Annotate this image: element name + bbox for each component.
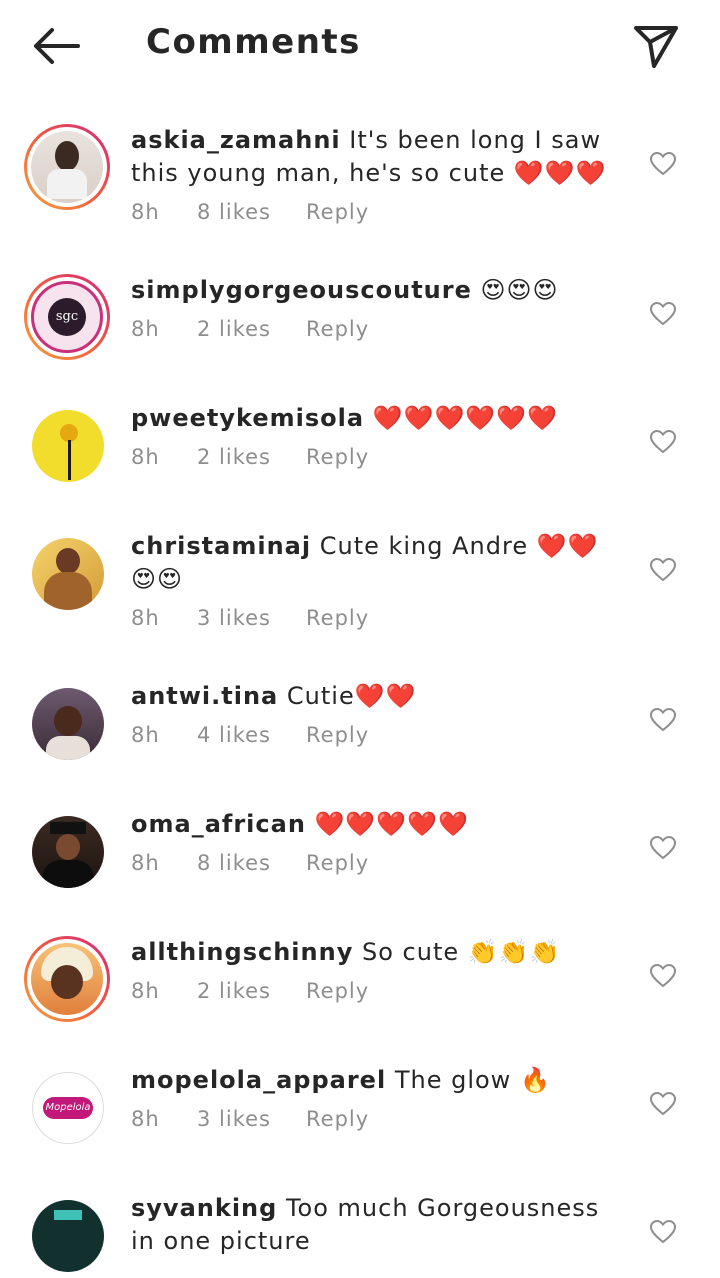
avatar[interactable]: [24, 530, 110, 616]
comment-username[interactable]: pweetykemisola: [131, 404, 364, 432]
heart-icon[interactable]: [650, 152, 676, 176]
reply-button[interactable]: Reply: [306, 1107, 369, 1131]
comment-time: 8h: [131, 979, 160, 1003]
comment-username[interactable]: askia_zamahni: [131, 126, 341, 154]
comment-body: So cute 👏👏👏: [361, 938, 561, 966]
avatar[interactable]: [24, 1192, 110, 1278]
comment-text: antwi.tina Cutie❤️❤️: [131, 680, 621, 713]
back-arrow-icon[interactable]: [30, 26, 82, 66]
page-title: Comments: [146, 22, 361, 62]
reply-button[interactable]: Reply: [306, 851, 369, 875]
comment-text: mopelola_apparel The glow 🔥: [131, 1064, 621, 1097]
heart-icon[interactable]: [650, 836, 676, 860]
comment-body: 😍😍😍: [480, 276, 559, 304]
heart-icon[interactable]: [650, 1220, 676, 1244]
reply-button[interactable]: Reply: [306, 445, 369, 469]
avatar[interactable]: sgc: [24, 274, 110, 360]
comment-likes[interactable]: 2 likes: [197, 317, 271, 341]
avatar[interactable]: [24, 124, 110, 210]
comment-body: ❤️❤️❤️❤️❤️❤️: [372, 404, 558, 432]
comment-text: allthingschinny So cute 👏👏👏: [131, 936, 621, 969]
comment-likes[interactable]: 8 likes: [197, 851, 271, 875]
comment-time: 8h: [131, 1107, 160, 1131]
heart-icon[interactable]: [650, 708, 676, 732]
comment-likes[interactable]: 8 likes: [197, 200, 271, 224]
comment-body: The glow 🔥: [394, 1066, 551, 1094]
heart-icon[interactable]: [650, 430, 676, 454]
reply-button[interactable]: Reply: [306, 723, 369, 747]
comment-username[interactable]: mopelola_apparel: [131, 1066, 386, 1094]
send-icon[interactable]: [632, 24, 680, 70]
heart-icon[interactable]: [650, 964, 676, 988]
comment-time: 8h: [131, 445, 160, 469]
heart-icon[interactable]: [650, 302, 676, 326]
comment-text: simplygorgeouscouture 😍😍😍: [131, 274, 621, 307]
comment-likes[interactable]: 2 likes: [197, 445, 271, 469]
comment-body: Cutie❤️❤️: [286, 682, 417, 710]
comment-username[interactable]: oma_african: [131, 810, 306, 838]
comment-likes[interactable]: 4 likes: [197, 723, 271, 747]
avatar[interactable]: Mopelola: [24, 1064, 110, 1150]
comment-likes[interactable]: 3 likes: [197, 1107, 271, 1131]
comment-text: syvanking Too much Gorgeousness in one p…: [131, 1192, 621, 1258]
comment-text: oma_african ❤️❤️❤️❤️❤️: [131, 808, 621, 841]
avatar[interactable]: [24, 936, 110, 1022]
avatar[interactable]: [24, 808, 110, 894]
comment-time: 8h: [131, 200, 160, 224]
comment-time: 8h: [131, 723, 160, 747]
comment-username[interactable]: simplygorgeouscouture: [131, 276, 472, 304]
comment-likes[interactable]: 2 likes: [197, 979, 271, 1003]
reply-button[interactable]: Reply: [306, 979, 369, 1003]
reply-button[interactable]: Reply: [306, 200, 369, 224]
heart-icon[interactable]: [650, 1092, 676, 1116]
heart-icon[interactable]: [650, 558, 676, 582]
comment-likes[interactable]: 3 likes: [197, 606, 271, 630]
header: Comments: [0, 0, 720, 92]
avatar[interactable]: [24, 680, 110, 766]
comment-username[interactable]: syvanking: [131, 1194, 277, 1222]
reply-button[interactable]: Reply: [306, 317, 369, 341]
comment-text: pweetykemisola ❤️❤️❤️❤️❤️❤️: [131, 402, 621, 435]
comment-text: askia_zamahni It's been long I saw this …: [131, 124, 621, 190]
comment-text: christaminaj Cute king Andre ❤️❤️😍😍: [131, 530, 621, 596]
comment-body: ❤️❤️❤️❤️❤️: [314, 810, 469, 838]
comment-time: 8h: [131, 851, 160, 875]
comment-time: 8h: [131, 606, 160, 630]
comment-time: 8h: [131, 317, 160, 341]
comment-username[interactable]: antwi.tina: [131, 682, 278, 710]
avatar[interactable]: [24, 402, 110, 488]
comment-username[interactable]: allthingschinny: [131, 938, 353, 966]
reply-button[interactable]: Reply: [306, 606, 369, 630]
comment-username[interactable]: christaminaj: [131, 532, 311, 560]
